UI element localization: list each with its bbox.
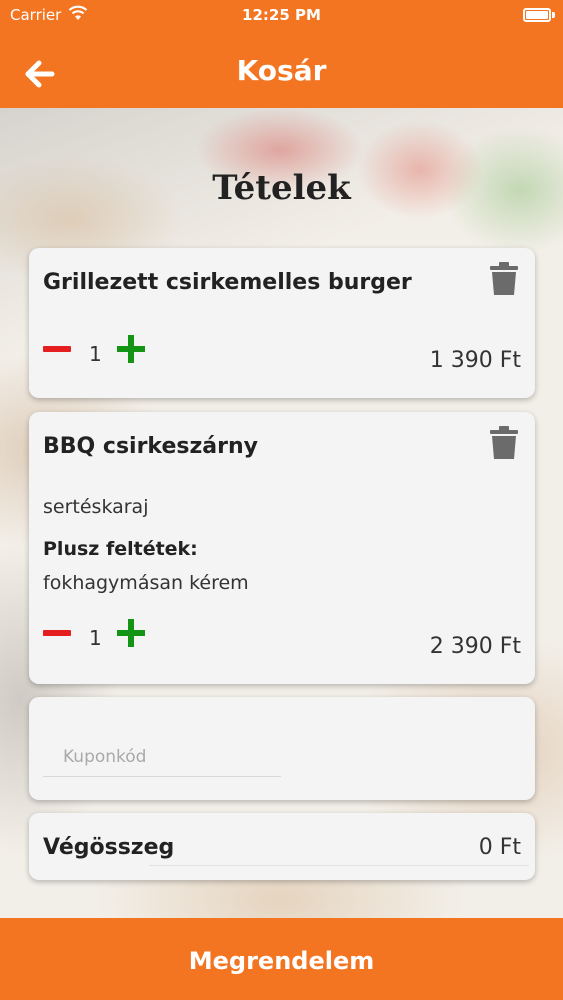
clock: 12:25 PM [242, 6, 321, 24]
quantity-value: 1 [89, 342, 102, 366]
coupon-code-input[interactable] [43, 737, 281, 777]
page-title: Kosár [236, 54, 327, 87]
total-value: 0 Ft [478, 835, 521, 860]
coupon-card [29, 697, 535, 800]
decrease-quantity-button[interactable] [43, 620, 73, 646]
total-label: Végösszeg [43, 835, 175, 860]
battery-icon [523, 8, 551, 22]
item-name: Grillezett csirkemelles burger [43, 270, 412, 295]
item-option: sertéskaraj [43, 496, 149, 518]
item-extras: fokhagymásan kérem [43, 572, 249, 594]
divider [149, 865, 529, 866]
trash-icon [490, 426, 518, 459]
extras-label: Plusz feltétek: [43, 538, 198, 560]
trash-icon [490, 262, 518, 295]
increase-quantity-button[interactable] [117, 618, 147, 648]
quantity-value: 1 [89, 626, 102, 650]
cart-item-card: BBQ csirkeszárny sertéskaraj Plusz felté… [29, 412, 535, 684]
item-price: 1 390 Ft [429, 348, 521, 373]
cart-item-card: Grillezett csirkemelles burger 1 1 390 F… [29, 248, 535, 398]
increase-quantity-button[interactable] [117, 334, 147, 364]
items-heading: Tételek [212, 168, 351, 208]
decrease-quantity-button[interactable] [43, 336, 73, 362]
nav-header: Carrier 12:25 PM Kosár [0, 0, 563, 108]
total-card: Végösszeg 0 Ft [29, 813, 535, 880]
item-price: 2 390 Ft [429, 634, 521, 659]
delete-item-button[interactable] [489, 426, 519, 460]
item-name: BBQ csirkeszárny [43, 434, 258, 459]
place-order-button[interactable]: Megrendelem [0, 918, 563, 1000]
delete-item-button[interactable] [489, 262, 519, 296]
status-bar: Carrier 12:25 PM [0, 0, 563, 32]
